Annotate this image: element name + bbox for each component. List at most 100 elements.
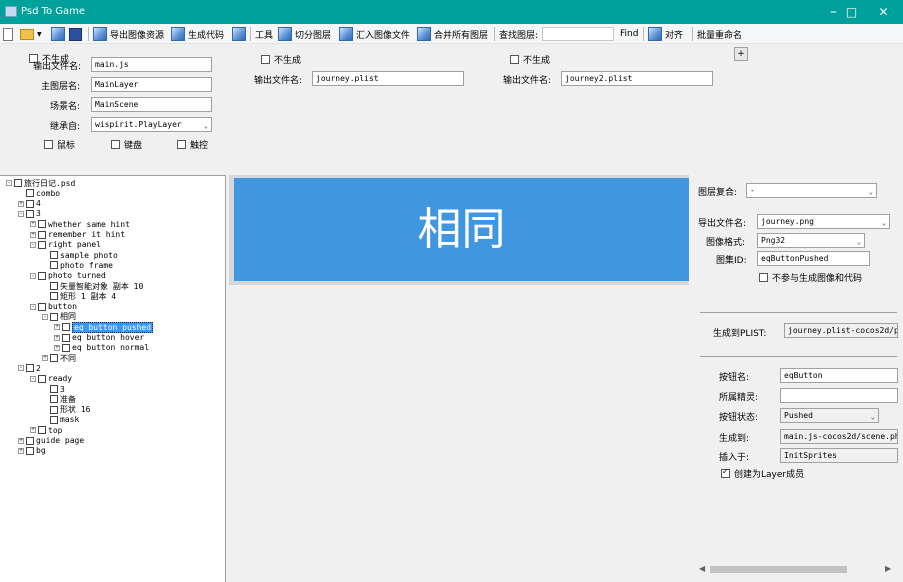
- tree-node[interactable]: + whether same hint: [30, 219, 130, 229]
- save-disk-button[interactable]: [69, 26, 82, 42]
- tree-node-label[interactable]: whether same hint: [48, 220, 130, 229]
- scrollbar-thumb[interactable]: [710, 566, 847, 573]
- tree-node-label[interactable]: ready: [48, 374, 72, 383]
- tree-checkbox[interactable]: [26, 189, 34, 198]
- tree-node-label[interactable]: mask: [60, 415, 79, 424]
- scroll-right-icon[interactable]: ▶: [885, 564, 891, 573]
- sprite-field[interactable]: [780, 388, 898, 403]
- tree-node-label[interactable]: remember it hint: [48, 230, 125, 239]
- tree-node-label[interactable]: sample photo: [60, 251, 118, 260]
- open-folder-button[interactable]: ▼: [20, 26, 42, 42]
- plist-field[interactable]: journey.plist-cocos2d/pli: [784, 323, 898, 338]
- checkbox-box[interactable]: [111, 140, 120, 149]
- tree-node[interactable]: + 不同: [42, 353, 76, 363]
- tree-checkbox[interactable]: [38, 426, 46, 435]
- tree-checkbox[interactable]: [38, 374, 46, 383]
- tree-checkbox[interactable]: [38, 271, 46, 280]
- tree-node[interactable]: - ready: [30, 374, 72, 384]
- tree-node-label[interactable]: 2: [36, 364, 41, 373]
- tree-node[interactable]: - 旅行日记.psd: [6, 178, 75, 188]
- tree-node-label[interactable]: 形状 16: [60, 404, 90, 415]
- expand-icon[interactable]: +: [18, 447, 24, 454]
- tree-node[interactable]: + guide page: [18, 436, 84, 446]
- tree-node[interactable]: 矢量智能对象 副本 10: [42, 281, 143, 291]
- atlas-id-field[interactable]: eqButtonPushed: [757, 251, 870, 266]
- slice-layers-button[interactable]: 切分图层: [278, 26, 331, 42]
- tree-checkbox[interactable]: [50, 282, 58, 290]
- add-settings-button[interactable]: +: [734, 47, 748, 61]
- collapse-icon[interactable]: -: [30, 375, 36, 382]
- find-layer-input[interactable]: [542, 27, 614, 41]
- image-tool-button[interactable]: [232, 26, 246, 42]
- expand-icon[interactable]: +: [30, 221, 36, 228]
- tree-checkbox[interactable]: [62, 323, 70, 332]
- tree-node[interactable]: 形状 16: [42, 405, 90, 415]
- tree-node-label[interactable]: 3: [36, 209, 41, 218]
- no-generate-checkbox-3[interactable]: 不生成: [510, 53, 550, 66]
- tree-node-label[interactable]: top: [48, 426, 62, 435]
- output-file-field-2[interactable]: journey.plist: [312, 71, 464, 86]
- tree-checkbox[interactable]: [50, 251, 58, 260]
- tree-checkbox[interactable]: [26, 199, 34, 208]
- export-images-button[interactable]: 导出图像资源: [93, 26, 164, 42]
- new-file-button[interactable]: [3, 26, 13, 42]
- tree-checkbox[interactable]: [38, 220, 46, 229]
- collapse-icon[interactable]: -: [18, 365, 24, 372]
- tree-checkbox[interactable]: [38, 240, 46, 249]
- blend-dropdown[interactable]: - ⌄: [746, 183, 877, 198]
- tree-checkbox[interactable]: [50, 395, 58, 404]
- tree-node[interactable]: - 相同: [42, 312, 76, 322]
- tree-node-label[interactable]: 4: [36, 199, 41, 208]
- tree-node[interactable]: 准备: [42, 394, 76, 404]
- tree-checkbox[interactable]: [50, 312, 58, 321]
- tree-node[interactable]: + eq button normal: [54, 343, 149, 353]
- collapse-icon[interactable]: -: [30, 241, 36, 248]
- tree-node[interactable]: + eq button pushed: [54, 321, 154, 333]
- expand-icon[interactable]: +: [54, 344, 60, 351]
- checkbox-box[interactable]: [261, 55, 270, 64]
- mouse-checkbox[interactable]: 鼠标: [44, 138, 75, 151]
- image-format-dropdown[interactable]: Png32 ⌄: [757, 233, 865, 248]
- tree-node[interactable]: + remember it hint: [30, 230, 125, 240]
- layer-tree[interactable]: - 旅行日记.psd combo +4-3 + whether same hint + rem…: [0, 175, 226, 582]
- button-name-field[interactable]: eqButton: [780, 368, 898, 383]
- checkbox-box[interactable]: [44, 140, 53, 149]
- tree-checkbox[interactable]: [50, 354, 58, 363]
- checkbox-box[interactable]: [759, 273, 768, 282]
- find-button[interactable]: Find: [620, 26, 638, 42]
- tree-checkbox[interactable]: [26, 446, 34, 455]
- tree-checkbox[interactable]: [26, 436, 34, 445]
- tree-node[interactable]: -2: [18, 363, 41, 373]
- save-button[interactable]: [51, 26, 65, 42]
- tree-node[interactable]: + bg: [18, 446, 46, 456]
- tree-node-label[interactable]: combo: [36, 189, 60, 198]
- tree-node[interactable]: photo frame: [42, 260, 113, 270]
- tree-node[interactable]: + eq button hover: [54, 333, 144, 343]
- button-state-dropdown[interactable]: Pushed ⌄: [780, 408, 879, 423]
- tree-node[interactable]: 矩形 1 副本 4: [42, 291, 116, 301]
- tree-checkbox[interactable]: [50, 405, 58, 414]
- tree-checkbox[interactable]: [14, 179, 22, 187]
- tree-node-label[interactable]: right panel: [48, 240, 101, 249]
- tree-node-label[interactable]: photo frame: [60, 261, 113, 270]
- tree-node[interactable]: 3: [42, 384, 65, 394]
- tree-node-label[interactable]: 旅行日记.psd: [24, 178, 75, 189]
- insert-at-field[interactable]: InitSprites: [780, 448, 898, 463]
- title-bar[interactable]: Psd To Game – □ ✕: [0, 0, 903, 24]
- tree-checkbox[interactable]: [50, 415, 58, 424]
- tree-checkbox[interactable]: [62, 333, 70, 342]
- tools-menu-button[interactable]: 工具: [255, 26, 273, 42]
- tree-node[interactable]: - right panel: [30, 240, 101, 250]
- tree-node-label[interactable]: eq button pushed: [72, 321, 154, 333]
- collapse-icon[interactable]: -: [30, 303, 36, 310]
- align-button[interactable]: 对齐: [648, 26, 683, 42]
- tree-node-label[interactable]: 3: [60, 385, 65, 394]
- merge-layers-button[interactable]: 合并所有图层: [417, 26, 488, 42]
- collapse-icon[interactable]: -: [18, 210, 24, 217]
- collapse-icon[interactable]: -: [30, 272, 36, 279]
- tree-checkbox[interactable]: [50, 261, 58, 270]
- scroll-left-icon[interactable]: ◀: [699, 564, 705, 573]
- batch-rename-button[interactable]: 批量重命名: [697, 26, 742, 42]
- inherit-dropdown[interactable]: wispirit.PlayLayer ⌄: [91, 117, 212, 132]
- keyboard-checkbox[interactable]: 键盘: [111, 138, 142, 151]
